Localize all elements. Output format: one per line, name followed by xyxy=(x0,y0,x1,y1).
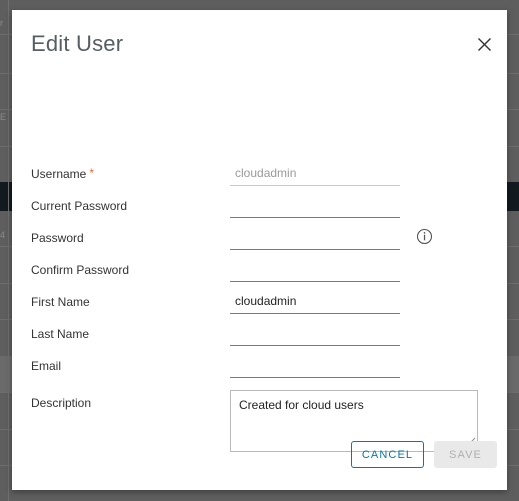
save-button: SAVE xyxy=(434,441,497,468)
label-last-name: Last Name xyxy=(31,327,90,341)
form-row-confirm-password: Confirm Password xyxy=(12,259,507,291)
dialog-header: Edit User xyxy=(12,10,507,72)
required-marker: * xyxy=(89,166,95,180)
current-password-input[interactable] xyxy=(230,195,400,218)
label-confirm-password: Confirm Password xyxy=(31,263,130,277)
form-row-username: Username * xyxy=(12,163,507,195)
form-row-current-password: Current Password xyxy=(12,195,507,227)
background-cell-text: 4 xyxy=(0,230,6,240)
label-current-password: Current Password xyxy=(31,199,128,213)
form-row-email: Email xyxy=(12,355,507,387)
confirm-password-input[interactable] xyxy=(230,259,400,282)
info-icon[interactable] xyxy=(416,228,433,245)
label-description: Description xyxy=(31,396,92,410)
background-table-column-divider xyxy=(8,0,9,501)
cancel-button-label: CANCEL xyxy=(361,448,414,461)
form-row-last-name: Last Name xyxy=(12,323,507,355)
form-row-first-name: First Name xyxy=(12,291,507,323)
email-input[interactable] xyxy=(230,355,400,378)
last-name-input[interactable] xyxy=(230,323,400,346)
label-email: Email xyxy=(31,359,62,373)
username-input[interactable] xyxy=(230,163,400,186)
password-input[interactable] xyxy=(230,227,400,250)
close-icon[interactable] xyxy=(472,32,496,56)
dialog-footer: CANCEL SAVE xyxy=(12,430,507,490)
label-username: Username * xyxy=(31,166,94,182)
label-first-name: First Name xyxy=(31,295,90,309)
save-button-label: SAVE xyxy=(449,448,482,461)
form-row-password: Password xyxy=(12,227,507,259)
cancel-button[interactable]: CANCEL xyxy=(351,441,424,468)
edit-user-dialog: Edit User Username* Current Password Pas… xyxy=(12,10,507,490)
label-username-text: Username xyxy=(31,167,87,181)
background-cell-text: E xyxy=(0,112,7,122)
background-cell-text: r xyxy=(0,18,3,28)
label-password: Password xyxy=(31,231,84,245)
page-title: Edit User xyxy=(31,31,124,56)
first-name-input[interactable] xyxy=(230,291,400,314)
